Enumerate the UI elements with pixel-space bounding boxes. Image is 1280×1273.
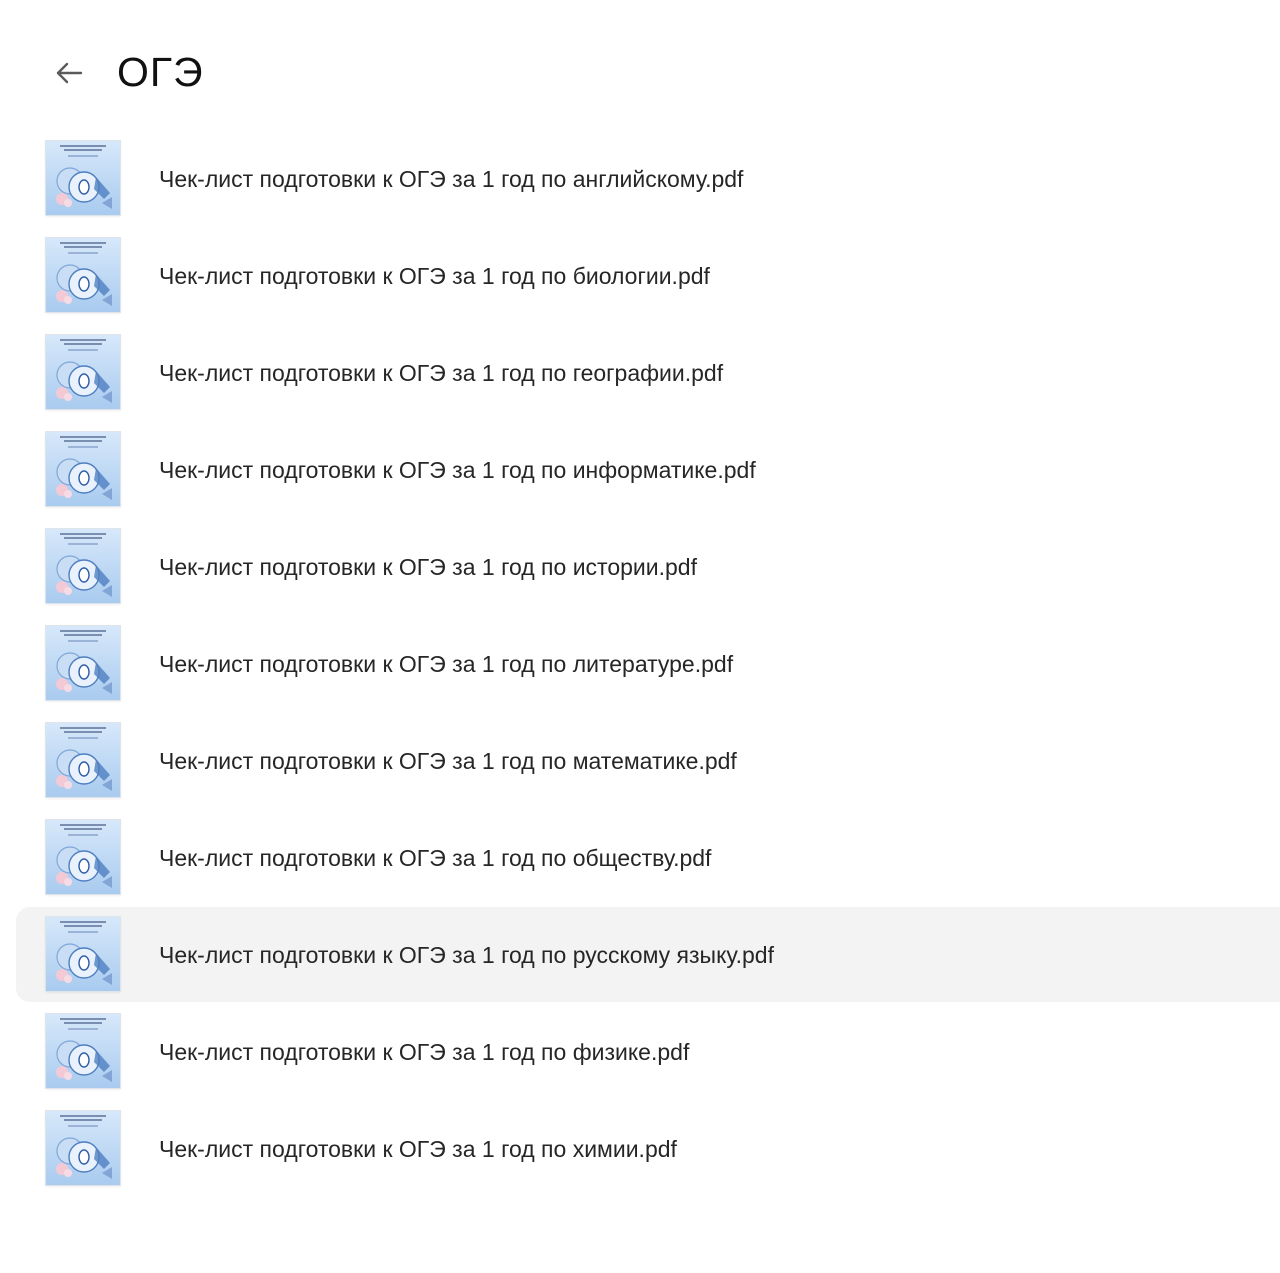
file-row[interactable]: Чек-лист подготовки к ОГЭ за 1 год по ли… (0, 615, 1280, 712)
pdf-thumbnail (46, 141, 120, 215)
file-row[interactable]: Чек-лист подготовки к ОГЭ за 1 год по би… (0, 227, 1280, 324)
file-row[interactable]: Чек-лист подготовки к ОГЭ за 1 год по ан… (0, 130, 1280, 227)
file-name: Чек-лист подготовки к ОГЭ за 1 год по ин… (159, 457, 756, 483)
file-name: Чек-лист подготовки к ОГЭ за 1 год по ге… (159, 360, 724, 386)
file-row[interactable]: Чек-лист подготовки к ОГЭ за 1 год по ру… (0, 906, 1280, 1003)
file-name: Чек-лист подготовки к ОГЭ за 1 год по ма… (159, 748, 737, 774)
file-name: Чек-лист подготовки к ОГЭ за 1 год по би… (159, 263, 710, 289)
pdf-thumbnail (46, 335, 120, 409)
pdf-thumbnail (46, 1111, 120, 1185)
file-row[interactable]: Чек-лист подготовки к ОГЭ за 1 год по ин… (0, 421, 1280, 518)
file-row[interactable]: Чек-лист подготовки к ОГЭ за 1 год по ма… (0, 712, 1280, 809)
pdf-thumbnail (46, 529, 120, 603)
header: ОГЭ (0, 0, 1280, 130)
file-name: Чек-лист подготовки к ОГЭ за 1 год по ли… (159, 651, 734, 677)
pdf-thumbnail (46, 1014, 120, 1088)
file-name: Чек-лист подготовки к ОГЭ за 1 год по ру… (159, 942, 774, 968)
file-row[interactable]: Чек-лист подготовки к ОГЭ за 1 год по хи… (0, 1100, 1280, 1197)
file-row[interactable]: Чек-лист подготовки к ОГЭ за 1 год по ге… (0, 324, 1280, 421)
pdf-thumbnail (46, 917, 120, 991)
file-row[interactable]: Чек-лист подготовки к ОГЭ за 1 год по фи… (0, 1003, 1280, 1100)
pdf-thumbnail (46, 626, 120, 700)
file-name: Чек-лист подготовки к ОГЭ за 1 год по ис… (159, 554, 697, 580)
file-row[interactable]: Чек-лист подготовки к ОГЭ за 1 год по об… (0, 809, 1280, 906)
file-name: Чек-лист подготовки к ОГЭ за 1 год по хи… (159, 1136, 677, 1162)
back-button[interactable] (48, 52, 90, 94)
file-name: Чек-лист подготовки к ОГЭ за 1 год по ан… (159, 166, 744, 192)
pdf-thumbnail (46, 723, 120, 797)
pdf-thumbnail (46, 820, 120, 894)
file-name: Чек-лист подготовки к ОГЭ за 1 год по об… (159, 845, 712, 871)
file-row[interactable]: Чек-лист подготовки к ОГЭ за 1 год по ис… (0, 518, 1280, 615)
arrow-left-icon (56, 62, 83, 84)
file-list: Чек-лист подготовки к ОГЭ за 1 год по ан… (0, 130, 1280, 1197)
file-name: Чек-лист подготовки к ОГЭ за 1 год по фи… (159, 1039, 690, 1065)
pdf-thumbnail (46, 238, 120, 312)
pdf-thumbnail (46, 432, 120, 506)
page-title: ОГЭ (117, 49, 204, 95)
